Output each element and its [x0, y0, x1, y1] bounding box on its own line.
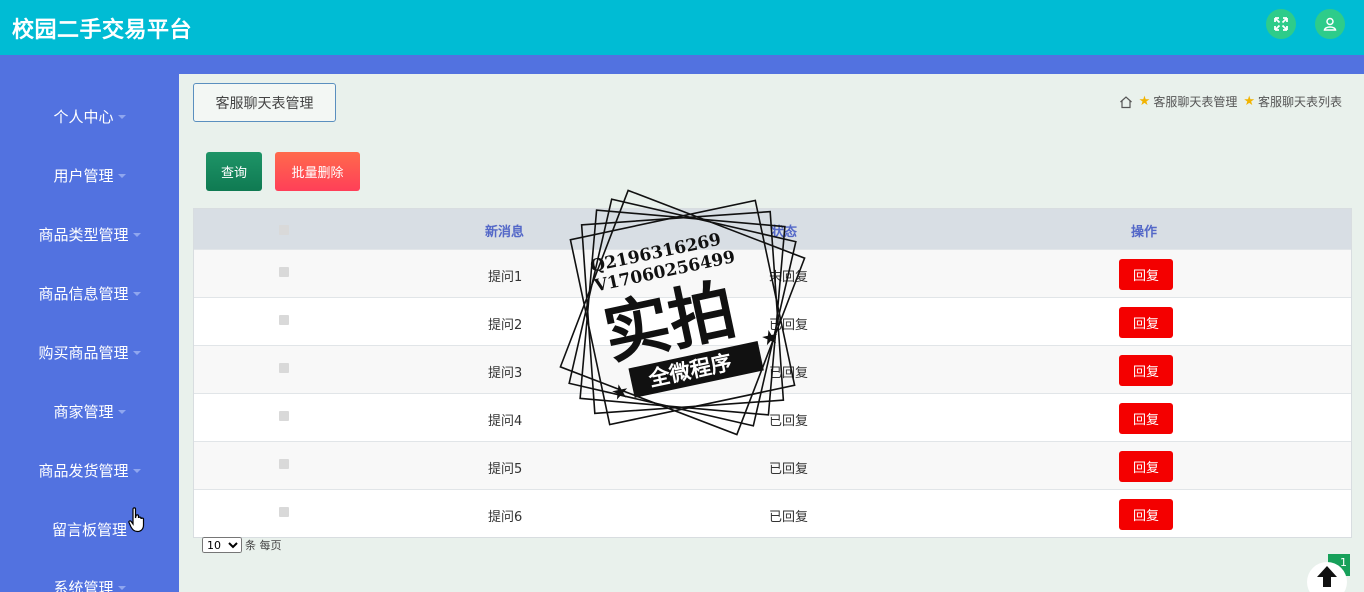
table-row: 提问1 未回复 回复 — [194, 249, 1351, 297]
message-cell: 提问1 — [488, 270, 523, 285]
chevron-down-icon — [132, 351, 141, 355]
per-page-label: 条 每页 — [245, 539, 282, 552]
home-icon[interactable] — [1119, 95, 1133, 109]
reply-button[interactable]: 回复 — [1119, 403, 1173, 434]
pagination: 10 条 每页 — [202, 537, 282, 553]
column-header-message: 新消息 — [485, 225, 525, 240]
chevron-down-icon — [132, 469, 141, 473]
sidebar-item-label: 个人中心 — [53, 107, 114, 126]
page-size-select[interactable]: 10 — [202, 537, 242, 553]
reply-button[interactable]: 回复 — [1119, 307, 1173, 338]
sidebar-item-user-management[interactable]: 用户管理 — [0, 155, 179, 195]
main-content: 客服聊天表管理 ★ 客服聊天表管理 ★ 客服聊天表列表 查询 批量删除 新消息 … — [179, 74, 1364, 592]
arrow-up-icon — [1317, 566, 1337, 587]
breadcrumb-item: 客服聊天表列表 — [1257, 95, 1342, 109]
sidebar-item-purchase-management[interactable]: 购买商品管理 — [0, 332, 179, 372]
table-header: 新消息 状态 操作 — [194, 209, 1351, 249]
top-bar: 校园二手交易平台 — [0, 0, 1364, 55]
data-table: 新消息 状态 操作 提问1 未回复 回复 提问2 已回复 回复 提问3 已回复 … — [193, 208, 1352, 538]
reply-button[interactable]: 回复 — [1119, 355, 1173, 386]
message-cell: 提问4 — [488, 414, 523, 429]
row-checkbox[interactable] — [279, 507, 289, 517]
star-icon: ★ — [1138, 94, 1151, 109]
row-checkbox[interactable] — [279, 267, 289, 277]
row-checkbox[interactable] — [279, 411, 289, 421]
sidebar-item-system-management[interactable]: 系统管理 — [0, 567, 179, 592]
chevron-down-icon — [117, 115, 126, 119]
chevron-down-icon — [132, 292, 141, 296]
table-row: 提问6 已回复 回复 — [194, 489, 1351, 537]
sidebar-item-personal-center[interactable]: 个人中心 — [0, 96, 179, 136]
sidebar-item-label: 用户管理 — [53, 166, 114, 185]
star-icon: ★ — [1243, 94, 1255, 109]
sidebar-item-shipping-management[interactable]: 商品发货管理 — [0, 450, 179, 490]
message-cell: 提问5 — [488, 462, 523, 477]
sidebar-item-message-board-management[interactable]: 留言板管理 — [0, 509, 179, 549]
table-row: 提问5 已回复 回复 — [194, 441, 1351, 489]
status-cell: 已回复 — [769, 318, 809, 333]
batch-delete-button[interactable]: 批量删除 — [275, 152, 360, 191]
message-cell: 提问2 — [488, 318, 523, 333]
page-tab[interactable]: 客服聊天表管理 — [193, 83, 336, 122]
hand-cursor-icon — [128, 507, 145, 533]
column-header-status: 状态 — [771, 225, 798, 240]
status-cell: 已回复 — [769, 366, 809, 381]
message-cell: 提问3 — [488, 366, 523, 381]
sidebar-item-product-info-management[interactable]: 商品信息管理 — [0, 273, 179, 313]
sidebar-item-label: 商家管理 — [53, 402, 114, 421]
user-button[interactable] — [1315, 9, 1345, 39]
row-checkbox[interactable] — [279, 315, 289, 325]
status-cell: 未回复 — [769, 270, 809, 285]
user-icon — [1323, 17, 1337, 31]
breadcrumb-item[interactable]: 客服聊天表管理 — [1153, 93, 1237, 110]
sidebar-item-label: 系统管理 — [53, 578, 114, 592]
app-title: 校园二手交易平台 — [12, 18, 193, 43]
chevron-down-icon — [132, 233, 141, 237]
reply-button[interactable]: 回复 — [1119, 259, 1173, 290]
sidebar-item-label: 商品信息管理 — [38, 284, 129, 303]
sidebar-item-label: 商品类型管理 — [38, 225, 129, 244]
sidebar-item-label: 留言板管理 — [51, 520, 127, 539]
fullscreen-icon — [1274, 17, 1288, 31]
table-row: 提问3 已回复 回复 — [194, 345, 1351, 393]
chevron-down-icon — [117, 174, 126, 178]
row-checkbox[interactable] — [279, 363, 289, 373]
reply-button[interactable]: 回复 — [1119, 499, 1173, 530]
sidebar-item-label: 商品发货管理 — [38, 461, 129, 480]
sidebar-item-merchant-management[interactable]: 商家管理 — [0, 391, 179, 431]
row-checkbox[interactable] — [279, 459, 289, 469]
message-cell: 提问6 — [488, 510, 523, 525]
query-button[interactable]: 查询 — [206, 152, 262, 191]
sidebar-item-label: 购买商品管理 — [38, 343, 129, 362]
reply-button[interactable]: 回复 — [1119, 451, 1173, 482]
table-row: 提问2 已回复 回复 — [194, 297, 1351, 345]
sidebar-item-product-type-management[interactable]: 商品类型管理 — [0, 214, 179, 254]
chevron-down-icon — [117, 586, 126, 590]
table-row: 提问4 已回复 回复 — [194, 393, 1351, 441]
column-header-action: 操作 — [1131, 225, 1158, 240]
status-cell: 已回复 — [769, 414, 809, 429]
status-cell: 已回复 — [769, 510, 809, 525]
sidebar: 个人中心 用户管理 商品类型管理 商品信息管理 购买商品管理 商家管理 商品发货… — [0, 55, 179, 592]
status-cell: 已回复 — [769, 462, 809, 477]
select-all-checkbox[interactable] — [279, 225, 289, 235]
fullscreen-button[interactable] — [1266, 9, 1296, 39]
breadcrumb: ★ 客服聊天表管理 ★ 客服聊天表列表 — [1119, 93, 1342, 110]
chevron-down-icon — [117, 410, 126, 414]
